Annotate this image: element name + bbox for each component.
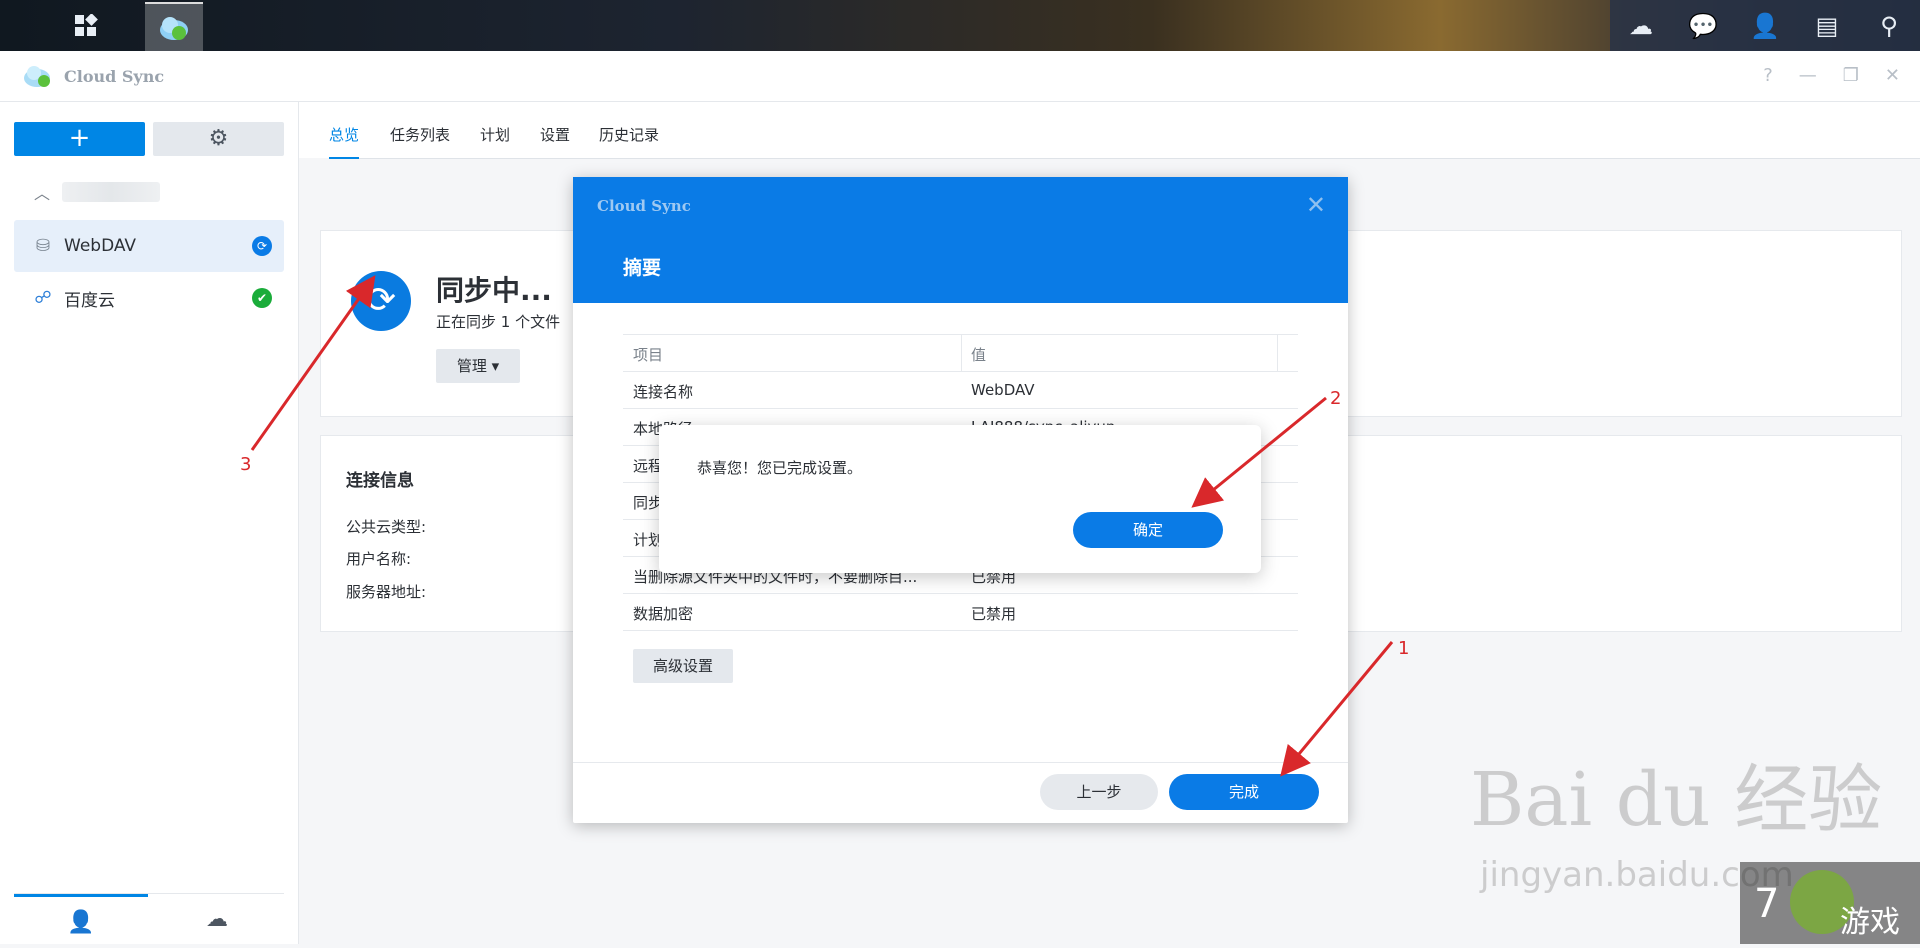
svg-text:7: 7 (1754, 881, 1779, 927)
arrow-3 (250, 275, 376, 451)
svg-text:游戏: 游戏 (1840, 905, 1900, 940)
arrow-2 (1191, 396, 1327, 508)
arrow-1 (1280, 641, 1394, 777)
annotation-number-1: 1 (1398, 638, 1410, 659)
annotation-number-2: 2 (1330, 388, 1342, 409)
baidu-watermark: Bai du 经验 (1470, 757, 1883, 843)
annotation-number-3: 3 (240, 454, 252, 475)
corner-game-logo: 7 游戏 (1740, 862, 1920, 944)
